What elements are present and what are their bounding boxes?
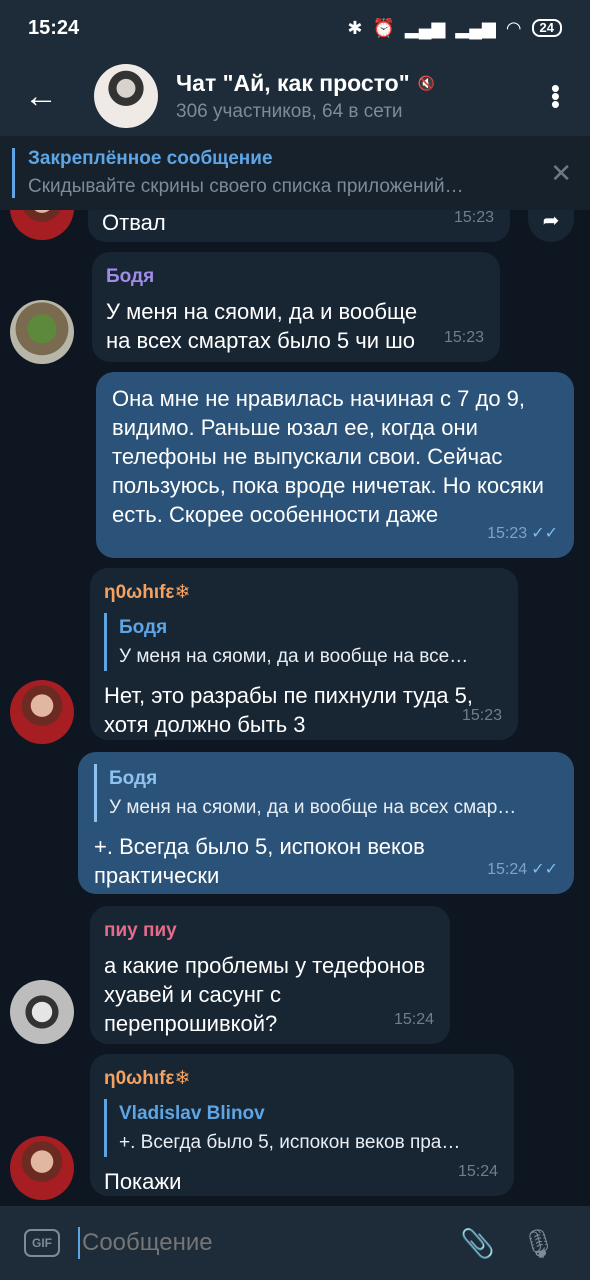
message-text: Нет, это разрабы пе пихнули туда 5, хотя… [104,683,473,737]
message-text: Она мне не нравилась начиная с 7 до 9, в… [112,386,544,527]
chat-header: ← Чат "Ай, как просто" 🔇 306 участников,… [0,56,590,136]
message-bubble[interactable]: ƞ0ωhιfε❄ Vladislav Blinov +. Всегда было… [90,1054,514,1196]
microphone-icon[interactable]: 🎙 [521,1227,557,1260]
message-time: 15:24 [393,1011,434,1028]
message-time: 15:24 [457,1163,498,1180]
signal-icon: ▂▄▆ [455,17,496,38]
mute-icon: 🔇 [417,74,436,91]
reply-text: У меня на сяоми, да и вообще на всех сма… [109,797,517,818]
more-menu-icon[interactable]: • • • [551,75,560,117]
message-bubble[interactable]: Бодя У меня на сяоми, да и вообще на все… [92,252,500,362]
avatar[interactable] [10,210,74,240]
pinned-text-block: Закреплённое сообщение Скидывайте скрины… [28,148,528,198]
read-check-icon: ✓✓ [531,525,558,542]
reply-name: Бодя [109,768,158,789]
reply-preview[interactable]: Бодя У меня на сяоми, да и вообще на все… [94,764,558,822]
chat-titles[interactable]: Чат "Ай, как просто" 🔇 306 участников, 6… [176,70,435,123]
pinned-body: Скидывайте скрины своего списка приложен… [28,176,464,197]
status-time: 15:24 [28,16,80,39]
message-text: Покажи [104,1169,182,1194]
message-time: 15:24 ✓✓ [487,861,558,878]
message-time: 15:23 ✓✓ [487,525,558,542]
reply-preview[interactable]: Бодя У меня на сяоми, да и вообще на все… [104,613,504,671]
message-bubble[interactable]: Бодя У меня на сяоми, да и вообще на все… [78,752,574,894]
battery-icon: 24 [531,19,562,37]
message-text: а какие проблемы у тедефонов хуавей и са… [104,953,426,1036]
status-icons: ✱ ⏰ ▂▄▆ ▂▄▆ ◠ 24 [347,18,562,39]
sender-name[interactable]: ƞ0ωhιfε❄ [104,1064,500,1093]
signal-icon: ▂▄▆ [404,17,446,38]
sender-name[interactable]: Бодя [106,262,486,291]
bluetooth-icon: ✱ [347,17,363,38]
sender-name[interactable]: ƞ0ωhιfε❄ [104,578,504,607]
close-icon[interactable]: ✕ [550,158,572,189]
message-time: 15:23 [453,210,494,226]
reply-text: +. Всегда было 5, испокон веков пра… [119,1132,461,1153]
pinned-message[interactable]: Закреплённое сообщение Скидывайте скрины… [0,136,590,210]
text-cursor [78,1227,80,1259]
pinned-bar [12,148,15,198]
message-text: У меня на сяоми, да и вообще на всех сма… [106,299,418,353]
message-bubble[interactable]: пиу пиу а какие проблемы у тедефонов хуа… [90,906,450,1044]
sender-name[interactable]: пиу пиу [104,916,436,945]
status-bar: 15:24 ✱ ⏰ ▂▄▆ ▂▄▆ ◠ 24 [0,0,590,56]
read-check-icon: ✓✓ [531,861,558,878]
message-text: +. Всегда было 5, испокон веков практиче… [94,834,425,888]
avatar[interactable] [10,680,74,744]
reply-text: У меня на сяоми, да и вообще на все… [119,646,469,667]
message-time: 15:23 [461,707,502,724]
message-bubble[interactable]: Она мне не нравилась начиная с 7 до 9, в… [96,372,574,558]
share-icon[interactable]: ➦ [528,210,574,242]
reply-name: Vladislav Blinov [119,1103,265,1124]
message-bubble[interactable]: ƞ0ωhιfε❄ Бодя У меня на сяоми, да и вооб… [90,568,518,740]
composer: GIF 📎 🎙 [0,1206,590,1280]
message-list[interactable]: Отвал 15:23 ➦ Бодя У меня на сяоми, да и… [0,210,590,1206]
chat-title: Чат "Ай, как просто" 🔇 [176,69,436,96]
paperclip-icon[interactable]: 📎 [460,1227,495,1260]
gif-button[interactable]: GIF [24,1229,60,1257]
chat-subtitle: 306 участников, 64 в сети [176,100,403,122]
reply-preview[interactable]: Vladislav Blinov +. Всегда было 5, испок… [104,1099,500,1157]
message-text: Отвал [102,210,166,235]
avatar[interactable] [10,980,74,1044]
back-arrow-icon[interactable]: ← [0,77,82,116]
pinned-title: Закреплённое сообщение [28,148,273,169]
message-bubble[interactable]: Отвал 15:23 [88,210,510,242]
alarm-icon: ⏰ [372,17,395,38]
reply-name: Бодя [119,617,168,638]
message-time: 15:23 [443,329,484,346]
message-input[interactable] [82,1229,442,1257]
wifi-icon: ◠ [505,17,522,38]
avatar[interactable] [10,1136,74,1200]
avatar[interactable] [10,300,74,364]
chat-avatar[interactable] [94,64,158,128]
